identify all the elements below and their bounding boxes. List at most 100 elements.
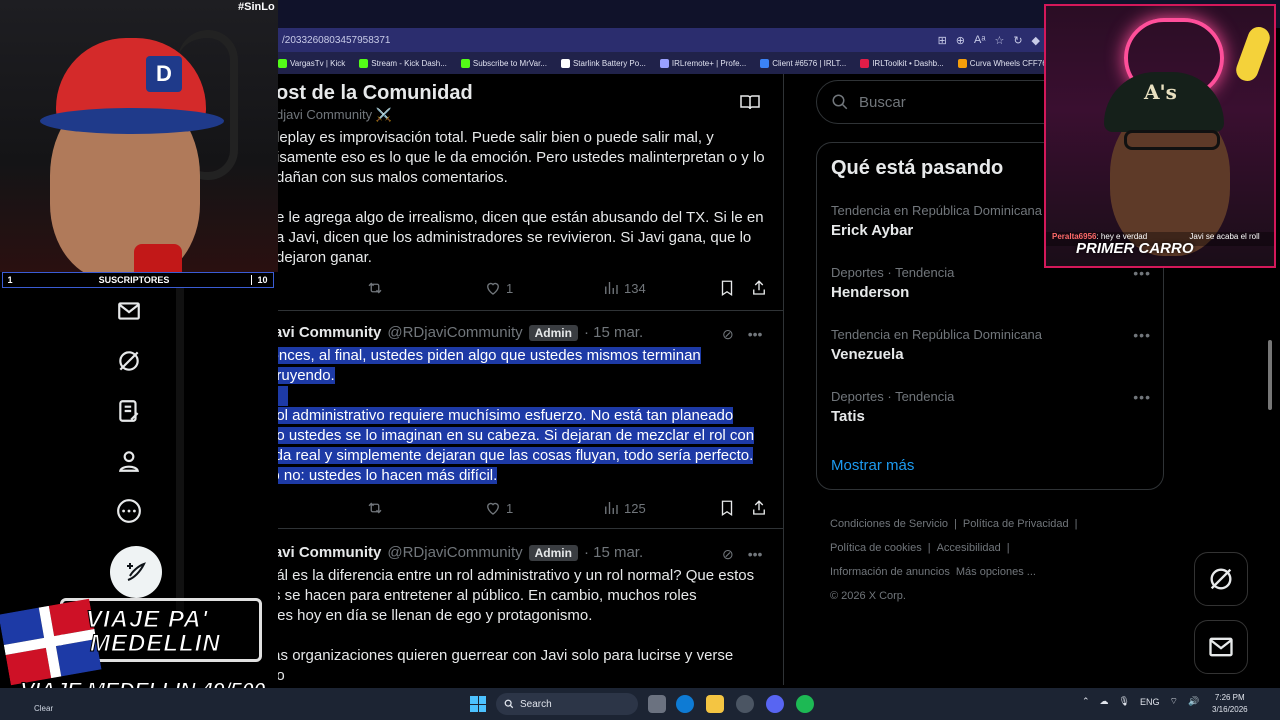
bookmark-item[interactable]: Subscribe to MrVar... [460,58,547,68]
views-button[interactable]: 134 [602,279,646,297]
author-handle[interactable]: @RDjaviCommunity [387,544,522,561]
post-3-header: RDjavi Community @RDjaviCommunity Admin … [248,544,643,561]
subscriber-goal-bar: 1 SUSCRIPTORES 10 [2,272,274,288]
bookmark-icon [721,500,733,517]
refresh-icon[interactable]: ↻ [1013,34,1022,47]
compose-icon [127,562,146,581]
repost-button[interactable] [366,499,384,517]
bookmark-item[interactable]: VargasTv | Kick [278,58,345,68]
subs-label: SUSCRIPTORES [98,275,170,285]
chevron-up-icon[interactable]: ⌃ [1082,696,1090,707]
bookmarks-bar: VargasTv | Kick Stream - Kick Dash... Subs… [278,52,1048,74]
bookmark-label: Client #6576 | IRLT... [772,58,847,68]
post-2-text: Entonces, al final, ustedes piden algo q… [248,346,768,486]
subs-goal: 10 [251,275,273,285]
reader-mode-icon[interactable] [740,94,760,110]
file-explorer-icon[interactable] [706,695,724,713]
url-text[interactable]: /2033260803457958371 [282,35,390,46]
post-header-area: ost de la Comunidad djavi Community ⚔️ [276,82,473,123]
extension-icon[interactable]: ◆ [1032,34,1040,47]
cookies-link[interactable]: Política de cookies [830,542,922,554]
bookmark-button[interactable] [718,499,736,517]
heart-icon [487,282,499,295]
windows-start-icon[interactable] [470,696,486,712]
messages-fab[interactable] [1194,620,1248,674]
post-date[interactable]: · 15 mar. [584,324,643,341]
ads-info-link[interactable]: Información de anuncios [830,566,950,578]
show-more-link[interactable]: Mostrar más [831,457,914,474]
cap-logo: D [146,56,182,92]
stream-tag: #SinLo [238,1,275,13]
obs-icon[interactable] [736,695,754,713]
author-handle[interactable]: @RDjaviCommunity [387,324,522,341]
bookmark-item[interactable]: IRLremote+ | Profe... [659,58,746,68]
compose-post-button[interactable] [110,546,162,598]
bookmark-item[interactable]: Stream - Kick Dash... [359,58,447,68]
share-button[interactable] [750,279,768,297]
mail-icon[interactable] [116,298,142,324]
page-subtitle[interactable]: djavi Community ⚔️ [276,107,473,123]
discord-icon[interactable] [766,695,784,713]
volume-icon[interactable]: 🔊 [1188,696,1199,707]
lists-icon[interactable] [116,398,142,424]
favorite-star-icon[interactable]: ☆ [994,34,1004,47]
bookmark-item[interactable]: IRLToolkit • Dashb... [860,58,944,68]
views-button[interactable]: 125 [602,499,646,517]
more-options-icon[interactable]: ••• [748,326,763,343]
page-scrollbar[interactable] [1268,340,1272,410]
more-options-icon[interactable]: ••• [1133,327,1151,343]
heart-icon [487,502,499,515]
language-indicator[interactable]: ENG [1140,697,1160,707]
grok-fab[interactable] [1194,552,1248,606]
spotify-icon[interactable] [796,695,814,713]
post-date[interactable]: · 15 mar. [584,544,643,561]
trend-item[interactable]: Tendencia en República Dominicana Venezu… [831,327,1151,363]
grok-icon[interactable] [116,348,142,374]
more-options-link[interactable]: Más opciones ... [956,566,1036,578]
repost-button[interactable] [366,279,384,297]
bookmark-item[interactable]: Client #6576 | IRLT... [760,58,847,68]
share-icon [753,280,765,295]
post-1-actions: 1 134 [248,278,768,298]
nav-scroll-strip [176,288,184,618]
accessibility-link[interactable]: Accesibilidad [937,542,1001,554]
translate-icon[interactable]: ⊞ [938,34,947,47]
bookmark-item[interactable]: Starlink Battery Po... [560,58,646,68]
like-button[interactable]: 1 [484,499,513,517]
more-options-icon[interactable]: ••• [748,546,763,563]
system-tray: ⌃ ☁ 🎙 ENG ⌔ 🔊 [1082,696,1199,707]
trend-category: Deportes · Tendencia [831,389,955,404]
grok-icon[interactable]: ⊘ [722,326,734,343]
taskbar-search[interactable]: Search [496,693,638,715]
grok-icon[interactable]: ⊘ [722,546,734,563]
like-button[interactable]: 1 [484,279,513,297]
trend-item[interactable]: Deportes · Tendencia Tatis ••• [831,389,1151,425]
post-3-line-2: roles se hacen para entretener al públic… [248,587,697,604]
share-icon [753,500,765,515]
wifi-icon[interactable]: ⌔ [1170,696,1178,707]
clock-time: 7:26 PM [1214,693,1245,702]
bookmark-button[interactable] [718,279,736,297]
privacy-link[interactable]: Política de Privacidad [963,518,1069,530]
profile-icon[interactable] [116,448,142,474]
mic-icon[interactable]: 🎙 [1119,696,1130,707]
bookmark-icon [721,280,733,297]
trend-item[interactable]: Deportes · Tendencia Henderson ••• [831,265,1151,301]
task-view-icon[interactable] [648,695,666,713]
weather-widget[interactable]: Clear [34,704,53,713]
more-icon[interactable] [116,498,142,524]
share-button[interactable] [750,499,768,517]
read-aloud-icon[interactable]: Aᵃ [974,34,985,47]
post-3-line-4: uchas organizaciones quieren guerrear co… [248,647,734,664]
clock[interactable]: 7:26 PM 3/16/2026 [1212,692,1248,716]
bookmark-item[interactable]: Curva Wheels CFF76 [957,58,1047,68]
network-icon[interactable]: ☁ [1100,696,1109,707]
search-icon [504,699,514,709]
admin-badge: Admin [528,544,578,561]
address-bar[interactable]: /2033260803457958371 ⊞ ⊕ Aᵃ ☆ ↻ ◆ [278,28,1048,52]
more-options-icon[interactable]: ••• [1133,389,1151,405]
terms-link[interactable]: Condiciones de Servicio [830,518,948,530]
zoom-icon[interactable]: ⊕ [956,34,965,47]
edge-icon[interactable] [676,695,694,713]
bookmark-label: IRLToolkit • Dashb... [872,58,944,68]
